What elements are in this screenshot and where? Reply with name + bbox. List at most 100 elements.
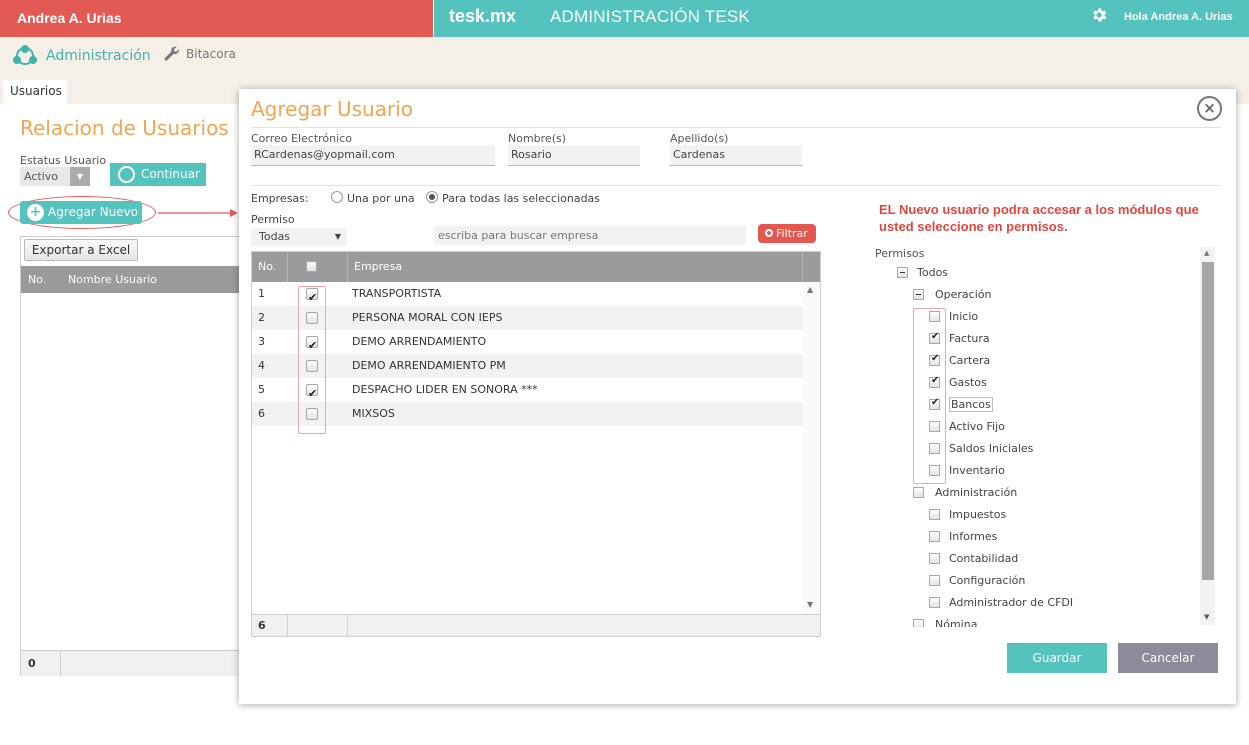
table-row[interactable]: 5 DESPACHO LIDER EN SONORA *** [252, 378, 803, 406]
row-number: 5 [258, 383, 265, 396]
scroll-down-icon[interactable]: ▼ [807, 600, 813, 609]
permission-label[interactable]: Factura [949, 332, 990, 345]
company-name: TRANSPORTISTA [352, 287, 442, 300]
row-number: 2 [258, 311, 265, 324]
footer-separator [60, 651, 61, 676]
permission-checkbox[interactable] [929, 509, 940, 520]
col-header-no[interactable]: No. [252, 252, 288, 282]
checkbox-highlight-box [298, 286, 326, 434]
nav-item-bitacora[interactable]: Bitacora [163, 45, 236, 63]
col-header-company[interactable]: Empresa [348, 252, 803, 282]
users-count: 0 [28, 657, 36, 670]
tree-collapse-checkbox[interactable] [897, 267, 908, 278]
nav-item-administracion[interactable]: Administración [10, 41, 151, 71]
table-row[interactable]: 2 PERSONA MORAL CON IEPS [252, 306, 803, 330]
chevron-down-icon: ▼ [70, 167, 90, 186]
add-user-dialog: Agregar Usuario × Correo Electrónico RCa… [239, 89, 1236, 704]
col-header-no[interactable]: No. [28, 273, 46, 286]
companies-label: Empresas: [251, 192, 309, 205]
nav-bar: Administración Bitacora [0, 37, 1249, 78]
header-scroll-spacer [803, 252, 820, 282]
permission-label[interactable]: Saldos Iniciales [949, 442, 1033, 455]
permission-checkbox[interactable] [929, 597, 940, 608]
radio-one-by-one[interactable] [331, 191, 343, 203]
table-row[interactable]: 6 MIXSOS [252, 402, 803, 426]
current-user-name: Andrea A. Urias [0, 0, 433, 37]
email-field[interactable]: RCardenas@yopmail.com [251, 145, 495, 166]
company-name: DEMO ARRENDAMIENTO PM [352, 359, 506, 372]
permissions-highlight-box [913, 308, 946, 484]
divider [251, 127, 1221, 128]
company-search-input[interactable]: escriba para buscar empresa [434, 226, 746, 245]
first-name-field[interactable]: Rosario [508, 145, 640, 166]
tree-collapse-checkbox[interactable] [913, 289, 924, 300]
scroll-up-icon[interactable]: ▲ [1204, 249, 1209, 257]
permission-label[interactable]: Cartera [949, 354, 990, 367]
divider [251, 185, 1221, 186]
permission-label[interactable]: Impuestos [949, 508, 1006, 521]
radio-one-by-one-label[interactable]: Una por una [347, 192, 415, 205]
save-button[interactable]: Guardar [1007, 643, 1107, 673]
permission-label[interactable]: Gastos [949, 376, 987, 389]
permissions-scrollbar[interactable]: ▲ ▼ [1200, 247, 1215, 625]
table-row[interactable]: 4 DEMO ARRENDAMIENTO PM [252, 354, 803, 378]
permission-label[interactable]: Nómina [935, 618, 977, 627]
users-group-icon [13, 45, 37, 65]
annotation-arrow-icon [158, 209, 238, 217]
permission-checkbox[interactable] [929, 575, 940, 586]
permission-label[interactable]: Bancos [949, 397, 993, 412]
radio-all-selected[interactable] [426, 191, 438, 203]
continue-button[interactable]: Continuar [110, 163, 206, 186]
dialog-title: Agregar Usuario [251, 97, 414, 121]
companies-grid-header: No. Empresa [252, 252, 820, 282]
last-name-label: Apellido(s) [670, 132, 729, 145]
row-number: 6 [258, 407, 265, 420]
permission-label[interactable]: Administración [935, 486, 1017, 499]
permission-checkbox[interactable] [929, 553, 940, 564]
cancel-button[interactable]: Cancelar [1118, 643, 1218, 673]
grid-scrollbar[interactable]: ▲ ▼ [803, 282, 820, 614]
permission-label[interactable]: Todos [917, 266, 948, 279]
add-new-user-label: Agregar Nuevo [48, 205, 139, 219]
permission-label[interactable]: Contabilidad [949, 552, 1018, 565]
scroll-down-icon[interactable]: ▼ [1204, 613, 1209, 621]
company-name: DEMO ARRENDAMIENTO [352, 335, 487, 348]
permission-label[interactable]: Inicio [949, 310, 978, 323]
close-icon[interactable]: × [1197, 96, 1222, 121]
app-header: tesk.mx ADMINISTRACIÓN TESK Hola Andrea … [434, 0, 1249, 37]
search-circle-icon [118, 166, 135, 183]
permission-checkbox[interactable] [913, 619, 924, 627]
permission-checkbox[interactable] [913, 487, 924, 498]
permission-label[interactable]: Operación [935, 288, 991, 301]
last-name-field[interactable]: Cardenas [670, 145, 802, 166]
col-header-select-all[interactable] [288, 252, 348, 282]
first-name-label: Nombre(s) [508, 132, 567, 145]
select-all-checkbox[interactable] [306, 261, 317, 272]
permission-label: Permiso [251, 213, 295, 226]
scroll-up-icon[interactable]: ▲ [807, 285, 813, 294]
filter-button-label: Filtrar [776, 227, 808, 240]
app-title: ADMINISTRACIÓN TESK [550, 7, 750, 26]
greeting-text[interactable]: Hola Andrea A. Urias [1124, 11, 1233, 23]
filter-button[interactable]: Filtrar [758, 224, 816, 243]
permission-checkbox[interactable] [929, 531, 940, 542]
settings-gear-icon[interactable] [1090, 6, 1108, 24]
table-row[interactable]: 3 DEMO ARRENDAMIENTO [252, 330, 803, 358]
status-select[interactable]: Activo ▼ [20, 167, 90, 186]
add-new-user-button[interactable]: + Agregar Nuevo [20, 201, 142, 224]
brand-logo[interactable]: tesk.mx [449, 6, 516, 27]
table-row[interactable]: 1 TRANSPORTISTA [252, 282, 803, 310]
permission-label[interactable]: Configuración [949, 574, 1025, 587]
chevron-down-icon: ▼ [334, 232, 341, 241]
export-excel-button[interactable]: Exportar a Excel [24, 239, 138, 261]
permission-label[interactable]: Activo Fijo [949, 420, 1005, 433]
permission-select[interactable]: Todas ▼ [251, 228, 347, 246]
scrollbar-thumb[interactable] [1202, 262, 1214, 580]
permission-label[interactable]: Administrador de CFDI [949, 596, 1073, 609]
row-number: 1 [258, 287, 265, 300]
col-header-user-name[interactable]: Nombre Usuario [68, 273, 157, 286]
permission-label[interactable]: Informes [949, 530, 997, 543]
tab-usuarios[interactable]: Usuarios [3, 80, 67, 104]
radio-all-selected-label[interactable]: Para todas las seleccionadas [442, 192, 600, 205]
permission-label[interactable]: Inventario [949, 464, 1005, 477]
